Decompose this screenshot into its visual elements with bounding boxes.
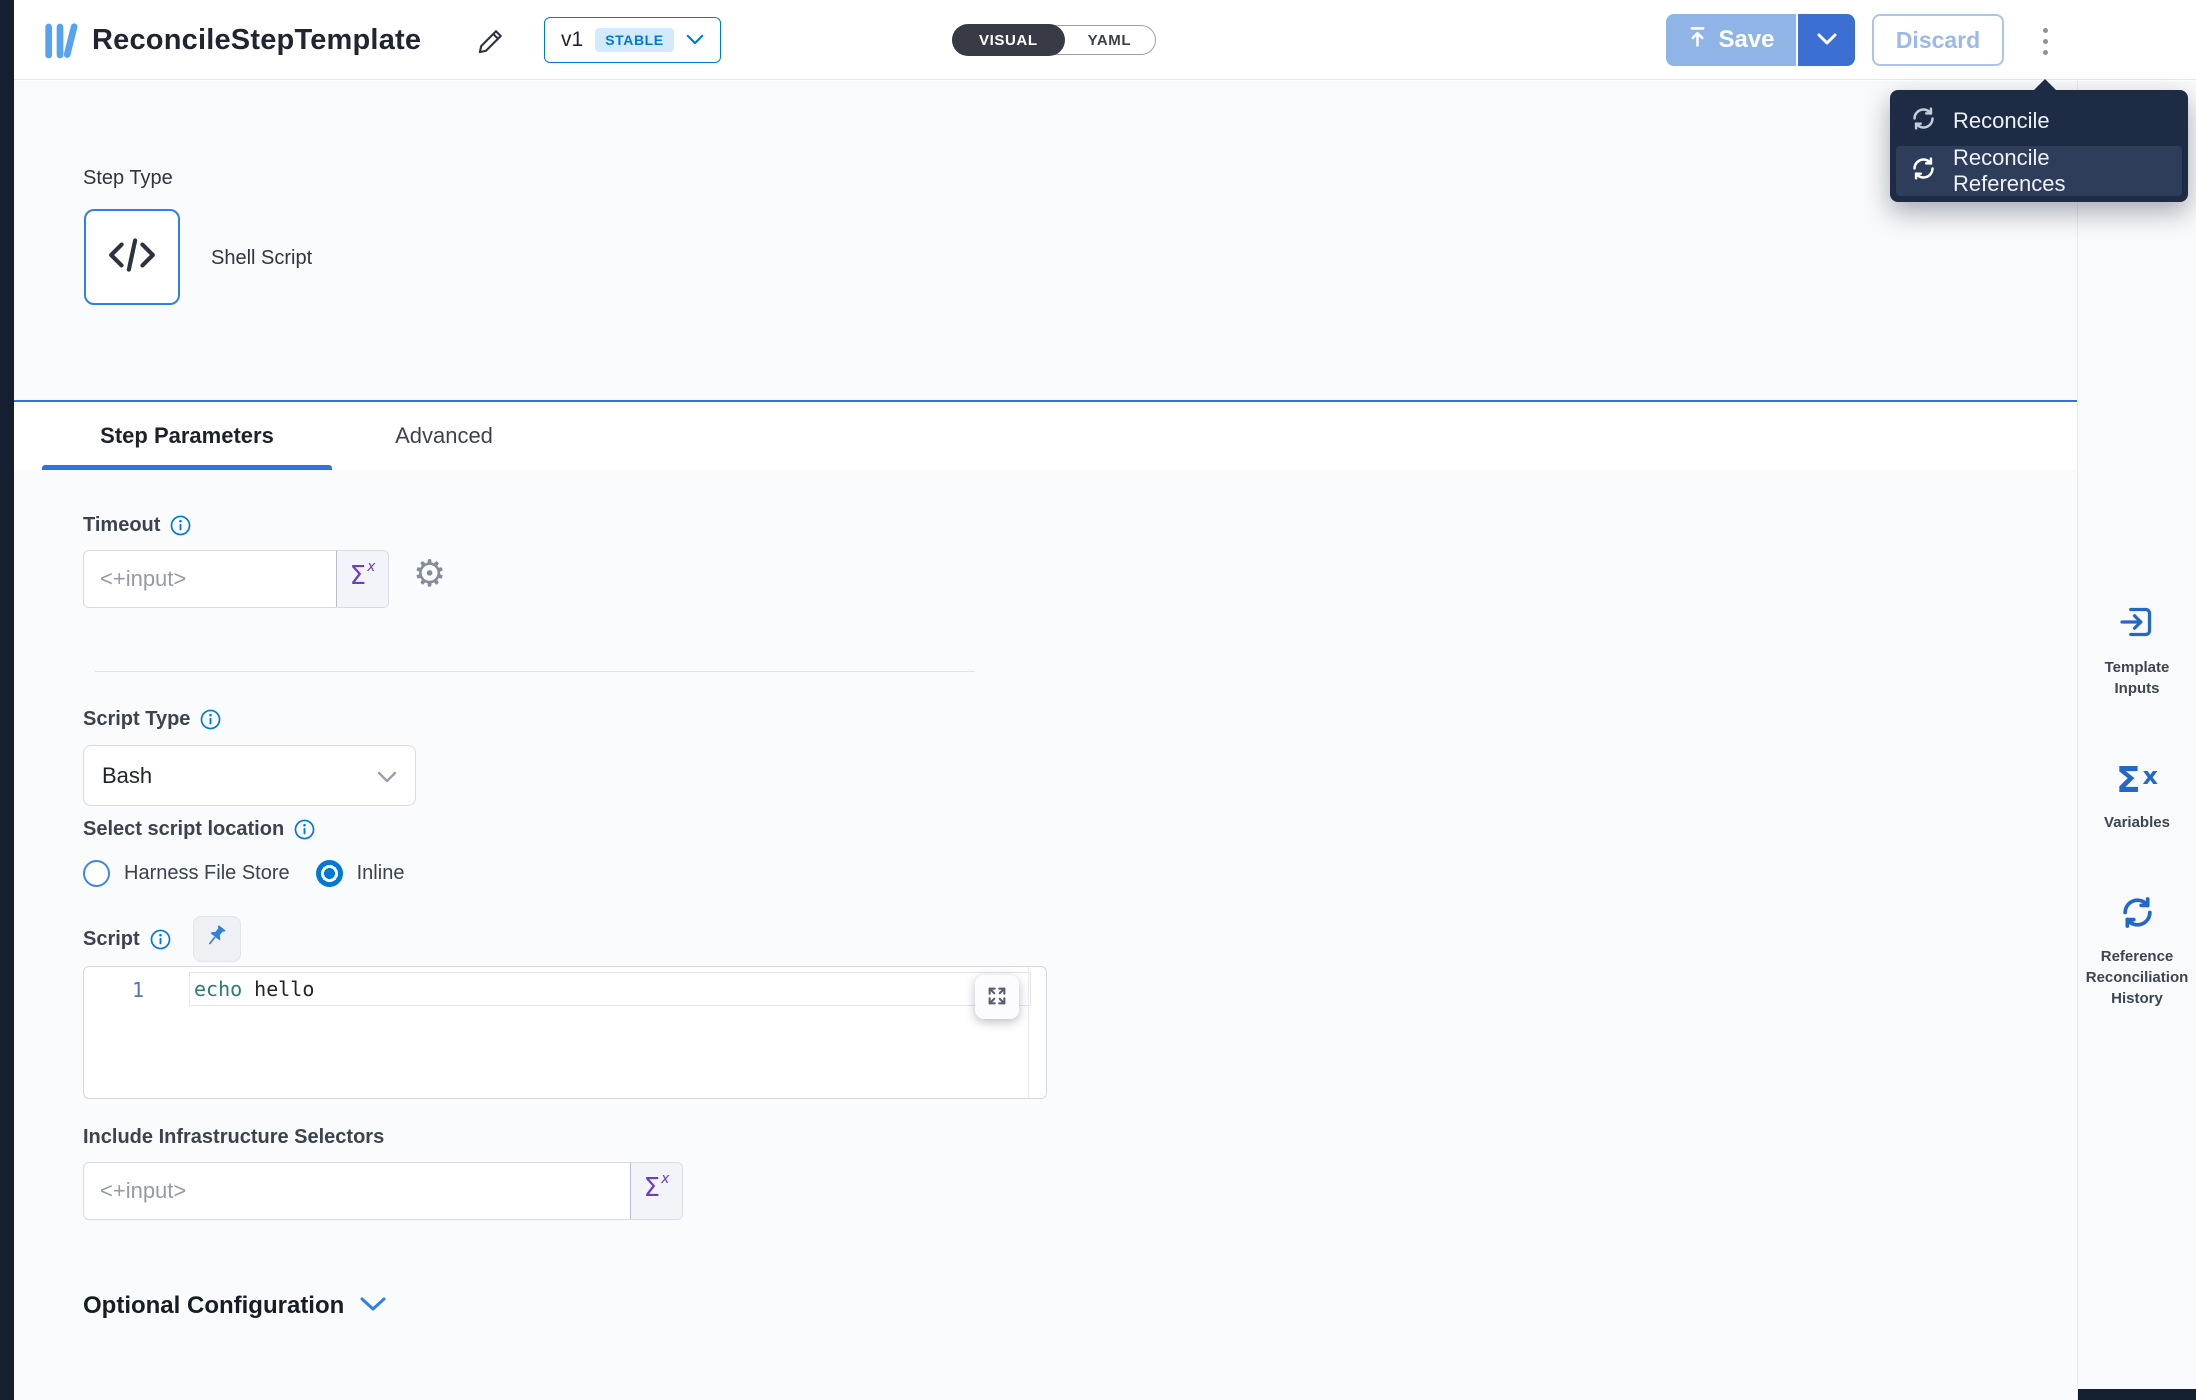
script-type-value: Bash <box>102 763 152 789</box>
save-split-button: Save <box>1666 14 1855 66</box>
template-inputs-button[interactable]: Template Inputs <box>2078 601 2196 700</box>
timeout-settings-gear-icon[interactable]: ⚙ <box>407 554 452 593</box>
timeout-info-icon[interactable] <box>170 515 191 536</box>
step-type-label: Step Type <box>83 167 173 190</box>
chevron-down-icon <box>686 33 704 48</box>
expand-editor-button[interactable] <box>975 975 1019 1019</box>
radio-inline[interactable] <box>316 860 343 887</box>
script-location-options: Harness File Store Inline <box>83 860 404 887</box>
expression-toggle-button[interactable]: Σx <box>630 1163 682 1219</box>
infra-selectors-input[interactable] <box>84 1163 630 1219</box>
script-label: Script <box>83 928 140 951</box>
version-badge: STABLE <box>595 28 674 52</box>
section-divider <box>95 671 975 672</box>
shell-script-step-card[interactable] <box>84 209 180 305</box>
refresh-icon <box>1910 105 1937 138</box>
menu-arrow <box>2033 79 2057 91</box>
reference-reconciliation-history-button[interactable]: Reference Reconciliation History <box>2078 893 2196 1010</box>
tab-step-parameters[interactable]: Step Parameters <box>42 402 332 470</box>
rail-item-label: Reference Reconciliation History <box>2084 946 2191 1009</box>
rail-bottom-bar <box>2078 1389 2196 1400</box>
left-nav-edge <box>0 0 14 1400</box>
script-type-info-icon[interactable] <box>200 709 221 730</box>
version-selector[interactable]: v1 STABLE <box>544 17 721 63</box>
step-type-value: Shell Script <box>211 247 312 270</box>
page-title: ReconcileStepTemplate <box>92 0 421 80</box>
header: ReconcileStepTemplate v1 STABLE VISUAL Y… <box>14 0 2196 80</box>
template-library-icon <box>44 20 80 67</box>
chevron-down-icon <box>377 763 397 789</box>
refresh-icon <box>1910 155 1937 188</box>
chevron-down-icon <box>360 1297 386 1315</box>
rail-item-label: Template Inputs <box>2084 657 2190 699</box>
radio-label: Inline <box>357 862 405 885</box>
code-line[interactable]: echo hello <box>189 972 1031 1006</box>
expression-toggle-button[interactable]: Σx <box>336 551 388 607</box>
yaml-mode-button[interactable]: YAML <box>1064 25 1156 55</box>
code-argument: hello <box>254 977 314 1001</box>
visual-yaml-toggle: VISUAL YAML <box>952 25 1156 55</box>
step-parameters-form: Timeout Σx ⚙ Script Type Bash Select scr… <box>14 470 2077 1400</box>
optional-configuration-toggle[interactable]: Optional Configuration <box>83 1292 386 1320</box>
menu-item-reconcile[interactable]: Reconcile <box>1896 96 2182 146</box>
script-info-icon[interactable] <box>150 929 171 950</box>
tab-advanced[interactable]: Advanced <box>359 402 529 470</box>
code-icon <box>107 236 157 279</box>
infra-selectors-label: Include Infrastructure Selectors <box>83 1126 384 1149</box>
menu-item-label: Reconcile <box>1953 108 2050 134</box>
pin-script-button[interactable] <box>193 916 241 962</box>
timeout-label: Timeout <box>83 514 160 537</box>
line-number: 1 <box>114 978 144 1002</box>
tab-bar: Step Parameters Advanced <box>14 400 2077 470</box>
template-studio-screen: ReconcileStepTemplate v1 STABLE VISUAL Y… <box>0 0 2196 1400</box>
script-code-editor[interactable]: 1 echo hello <box>83 966 1047 1099</box>
pencil-icon <box>476 44 506 59</box>
template-inputs-icon <box>2117 602 2157 645</box>
step-type-section: Step Type Shell Script <box>14 81 2196 400</box>
menu-item-label: Reconcile References <box>1953 145 2168 197</box>
discard-button[interactable]: Discard <box>1872 14 2004 66</box>
script-type-label: Script Type <box>83 708 190 731</box>
variables-button[interactable]: Σx Variables <box>2078 759 2196 834</box>
editor-minimap-divider <box>1028 967 1029 1098</box>
version-label: v1 <box>561 28 583 52</box>
radio-label: Harness File Store <box>124 862 290 885</box>
optional-configuration-label: Optional Configuration <box>83 1292 344 1320</box>
reconcile-menu: Reconcile Reconcile References <box>1890 90 2188 202</box>
infra-selectors-field: Σx <box>83 1162 683 1220</box>
timeout-input[interactable] <box>84 551 336 607</box>
code-command: echo <box>194 977 242 1001</box>
sigma-x-icon: Σx <box>2116 760 2158 800</box>
chevron-down-icon <box>1817 33 1837 48</box>
script-location-info-icon[interactable] <box>294 819 315 840</box>
refresh-icon <box>2119 894 2156 934</box>
upload-icon <box>1687 25 1708 56</box>
menu-item-reconcile-references[interactable]: Reconcile References <box>1896 146 2182 196</box>
visual-mode-button[interactable]: VISUAL <box>952 24 1065 56</box>
save-options-button[interactable] <box>1796 14 1855 66</box>
radio-harness-file-store[interactable] <box>83 860 110 887</box>
pushpin-icon <box>204 924 230 954</box>
fullscreen-icon <box>986 985 1008 1010</box>
script-type-select[interactable]: Bash <box>83 745 416 806</box>
edit-title-button[interactable] <box>474 24 508 61</box>
save-label: Save <box>1718 26 1774 54</box>
save-button[interactable]: Save <box>1666 14 1796 66</box>
right-rail: Template Inputs Σx Variables Reference R… <box>2077 81 2196 1400</box>
more-options-button[interactable] <box>2022 18 2068 64</box>
script-location-label: Select script location <box>83 818 284 841</box>
timeout-field: Σx <box>83 550 389 608</box>
rail-item-label: Variables <box>2102 812 2172 833</box>
